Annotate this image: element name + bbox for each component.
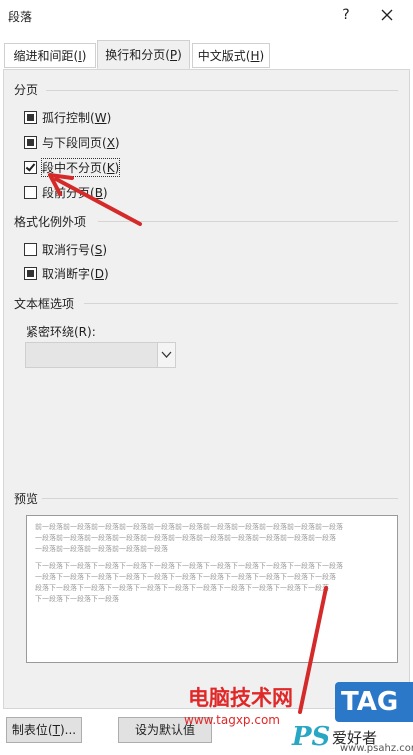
dropdown-button[interactable] (157, 343, 175, 367)
checkbox-label: 段中不分页(K) (40, 157, 121, 177)
page-break-before-checkbox[interactable]: 段前分页(B) (24, 183, 108, 201)
tab-label: 换行和分页( (105, 48, 170, 62)
chevron-down-icon (161, 351, 172, 358)
preview-heading: 预览 (14, 492, 39, 506)
keep-with-next-checkbox[interactable]: 与下段同页(X) (24, 133, 120, 151)
watermark-ps-logo: PS (292, 722, 331, 752)
help-button[interactable]: ? (336, 4, 356, 26)
checkbox-label: 与下段同页(X) (42, 135, 120, 150)
checkbox-box (24, 266, 37, 280)
dont-hyphenate-checkbox[interactable]: 取消断字(D) (24, 264, 109, 282)
dialog-title: 段落 (8, 10, 33, 24)
watermark-title: 电脑技术网 (188, 686, 293, 710)
tab-label-suffix: ) (81, 49, 87, 63)
watermark: 电脑技术网 www.tagxp.com TAG PS 爱好者 www.psahz… (180, 680, 413, 755)
title-bar: 段落 ? (0, 0, 413, 32)
tab-strip: 缩进和间距(I) 换行和分页(P) 中文版式(H) (0, 40, 413, 70)
tab-label-suffix: ) (177, 48, 182, 62)
checkbox-label: 孤行控制(W) (42, 110, 112, 125)
checkbox-label: 取消行号(S) (42, 242, 107, 257)
format-exceptions-heading: 格式化例外项 (14, 215, 87, 229)
tab-asian-typography[interactable]: 中文版式(H) (192, 43, 270, 68)
checkbox-box (24, 110, 37, 124)
tabs-button[interactable]: 制表位(T)... (6, 717, 82, 743)
preview-box: 前一段落前一段落前一段落前一段落前一段落前一段落前一段落前一段落前一段落前一段落… (26, 515, 398, 663)
preview-previous-paragraph: 一段落前一段落前一段落前一段落前一段落 (35, 545, 168, 553)
preview-previous-paragraph: 前一段落前一段落前一段落前一段落前一段落前一段落前一段落前一段落前一段落前一段落… (35, 523, 343, 531)
checkbox-label: 取消断字(D) (42, 266, 109, 281)
tight-wrap-label: 紧密环绕(R): (26, 325, 96, 339)
widow-control-checkbox[interactable]: 孤行控制(W) (24, 108, 111, 126)
divider (46, 90, 398, 91)
preview-following-paragraph: 段落下一段落下一段落下一段落下一段落下一段落下一段落下一段落下一段落下一段落下一… (35, 584, 329, 592)
preview-following-paragraph: 下一段落下一段落下一段落 (35, 595, 119, 603)
preview-previous-paragraph: 一段落前一段落前一段落前一段落前一段落前一段落前一段落前一段落前一段落前一段落前… (35, 534, 336, 542)
pagination-heading: 分页 (14, 83, 39, 97)
tab-indents-spacing[interactable]: 缩进和间距(I) (4, 43, 96, 68)
tab-line-page-breaks[interactable]: 换行和分页(P) (97, 40, 190, 69)
preview-following-paragraph: 一段落下一段落下一段落下一段落下一段落下一段落下一段落下一段落下一段落下一段落下… (35, 573, 336, 581)
watermark-badge: TAG (335, 682, 413, 722)
divider (84, 303, 398, 304)
checkbox-label: 段前分页(B) (42, 185, 108, 200)
tab-label: 缩进和间距( (13, 49, 79, 63)
textbox-options-heading: 文本框选项 (14, 297, 75, 311)
watermark-url: www.tagxp.com (184, 713, 280, 727)
close-icon (381, 9, 393, 21)
keep-lines-together-checkbox[interactable]: 段中不分页(K) (24, 157, 121, 177)
tab-label: 中文版式( (197, 49, 251, 63)
tight-wrap-dropdown[interactable] (25, 342, 176, 368)
checkbox-box (24, 135, 37, 149)
close-button[interactable] (376, 4, 398, 26)
suppress-line-numbers-checkbox[interactable]: 取消行号(S) (24, 240, 107, 258)
divider (42, 498, 398, 499)
tab-hotkey: H (250, 49, 260, 63)
checkbox-box (24, 242, 37, 256)
watermark-domain: www.psahz.com (340, 743, 413, 754)
checkbox-box (24, 160, 37, 174)
divider (98, 221, 398, 222)
checkbox-box (24, 185, 37, 199)
preview-following-paragraph: 下一段落下一段落下一段落下一段落下一段落下一段落下一段落下一段落下一段落下一段落… (35, 562, 343, 570)
tab-label-suffix: ) (259, 49, 265, 63)
